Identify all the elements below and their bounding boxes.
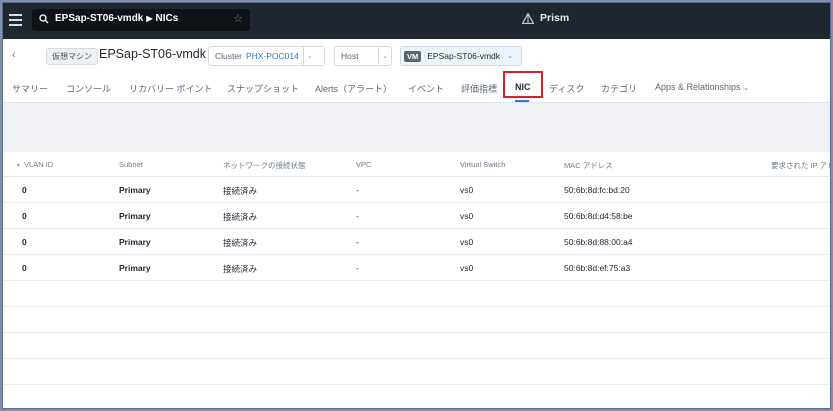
- cluster-selector[interactable]: Cluster PHX-POC014 ⌄: [208, 46, 325, 66]
- subnet-cell: Primary: [119, 211, 151, 221]
- chevron-down-icon: ⌄: [507, 53, 513, 60]
- connection-status-cell: 接続済み: [223, 186, 258, 196]
- connection-status-cell: 接続済み: [223, 238, 258, 248]
- subnet-cell: Primary: [119, 237, 151, 247]
- mac-address-cell: 50:6b:8d:fc:bd:20: [564, 185, 630, 195]
- table-toolbar-area: [3, 103, 830, 152]
- menu-icon[interactable]: [9, 14, 22, 26]
- column-header-requested-ip[interactable]: 要求された IP アド: [771, 160, 830, 171]
- entity-type-badge: 仮想マシン: [46, 48, 98, 65]
- search-input[interactable]: EPSap-ST06-vmdk ▶ NICs ☆: [32, 9, 250, 31]
- active-tab-indicator: [515, 100, 529, 102]
- table-row[interactable]: 0 Primary 接続済み - vs0 50:6b:8d:88:00:a4: [3, 229, 830, 255]
- sort-icon: ▾: [17, 163, 21, 169]
- subnet-cell: Primary: [119, 263, 151, 273]
- virtual-switch-cell: vs0: [460, 185, 474, 195]
- virtual-switch-cell: vs0: [460, 263, 474, 273]
- table-header: ▾ VLAN ID Subnet ネットワークの接続状態 VPC Virtual …: [3, 152, 830, 177]
- vlan-id-cell: 0: [22, 237, 27, 247]
- brand: Prism: [522, 12, 569, 24]
- empty-row: [3, 359, 830, 385]
- subnet-cell: Primary: [119, 185, 151, 195]
- breadcrumb-entity: EPSap-ST06-vmdk: [55, 13, 144, 24]
- empty-row: [3, 281, 830, 307]
- cluster-label: Cluster: [215, 51, 242, 61]
- entity-header: ‹ 仮想マシン EPSap-ST06-vmdk Cluster PHX-POC0…: [3, 39, 830, 71]
- tab-apps-relationships-label: Apps & Relationships: [655, 82, 741, 92]
- column-header-connection-status[interactable]: ネットワークの接続状態: [223, 160, 306, 171]
- mac-address-cell: 50:6b:8d:88:00:a4: [564, 237, 633, 247]
- column-header-label: VLAN ID: [24, 160, 54, 169]
- tab-disks[interactable]: ディスク: [549, 82, 584, 95]
- vm-name: EPSap-ST06-vmdk: [427, 51, 500, 61]
- tab-apps-relationships[interactable]: Apps & Relationships ⌄: [655, 82, 749, 92]
- column-header-vlan-id[interactable]: ▾ VLAN ID: [17, 160, 53, 169]
- app-window: EPSap-ST06-vmdk ▶ NICs ☆ Prism ‹ 仮想マシン EPS…: [2, 2, 831, 409]
- vpc-cell: -: [356, 237, 359, 247]
- vm-tag: VM: [404, 50, 422, 62]
- table-row[interactable]: 0 Primary 接続済み - vs0 50:6b:8d:ef:75:a3: [3, 255, 830, 281]
- column-header-subnet[interactable]: Subnet: [119, 160, 143, 169]
- connection-status-cell: 接続済み: [223, 212, 258, 222]
- chevron-down-icon: ⌄: [378, 47, 391, 65]
- host-selector[interactable]: Host ⌄: [334, 46, 392, 66]
- top-bar: EPSap-ST06-vmdk ▶ NICs ☆ Prism: [3, 3, 830, 39]
- empty-row: [3, 333, 830, 359]
- tab-categories[interactable]: カテゴリ: [601, 82, 637, 95]
- chevron-down-icon: ⌄: [302, 47, 316, 65]
- tab-events[interactable]: イベント: [408, 82, 444, 95]
- vpc-cell: -: [356, 211, 359, 221]
- tab-bar: サマリー コンソール リカバリー ポイント スナップショット Alerts（アラ…: [3, 71, 830, 103]
- column-header-mac-address[interactable]: MAC アドレス: [564, 160, 613, 171]
- mac-address-cell: 50:6b:8d:ef:75:a3: [564, 263, 631, 273]
- cluster-value: PHX-POC014: [245, 51, 299, 61]
- caret-right-icon: ▶: [146, 14, 153, 23]
- tab-metrics[interactable]: 評価指標: [461, 82, 497, 95]
- column-header-vpc[interactable]: VPC: [356, 160, 371, 169]
- tab-console[interactable]: コンソール: [66, 82, 111, 95]
- mac-address-cell: 50:6b:8d:d4:58:be: [564, 211, 633, 221]
- virtual-switch-cell: vs0: [460, 237, 474, 247]
- tab-nic[interactable]: NIC: [515, 82, 531, 92]
- entity-name: EPSap-ST06-vmdk: [99, 47, 206, 61]
- host-label: Host: [341, 51, 359, 61]
- tab-recovery-points[interactable]: リカバリー ポイント: [129, 82, 213, 95]
- virtual-switch-cell: vs0: [460, 211, 474, 221]
- prism-logo-icon: [522, 12, 534, 24]
- search-icon: [39, 14, 49, 24]
- vpc-cell: -: [356, 263, 359, 273]
- table-row[interactable]: 0 Primary 接続済み - vs0 50:6b:8d:d4:58:be: [3, 203, 830, 229]
- empty-row: [3, 307, 830, 333]
- tab-alerts[interactable]: Alerts（アラート）: [315, 82, 392, 95]
- vlan-id-cell: 0: [22, 185, 27, 195]
- chevron-down-icon: ⌄: [743, 85, 749, 92]
- vlan-id-cell: 0: [22, 211, 27, 221]
- search-breadcrumb: EPSap-ST06-vmdk ▶ NICs: [55, 13, 178, 24]
- connection-status-cell: 接続済み: [223, 264, 258, 274]
- vpc-cell: -: [356, 185, 359, 195]
- vlan-id-cell: 0: [22, 263, 27, 273]
- tab-snapshots[interactable]: スナップショット: [227, 82, 299, 95]
- vm-selector[interactable]: VM EPSap-ST06-vmdk ⌄: [400, 46, 522, 66]
- star-icon[interactable]: ☆: [233, 12, 243, 25]
- tab-summary[interactable]: サマリー: [12, 82, 48, 95]
- table-row[interactable]: 0 Primary 接続済み - vs0 50:6b:8d:fc:bd:20: [3, 177, 830, 203]
- back-icon[interactable]: ‹: [12, 49, 16, 61]
- app-name: Prism: [540, 12, 570, 24]
- column-header-virtual-switch[interactable]: Virtual Switch: [460, 160, 505, 169]
- breadcrumb-page: NICs: [155, 13, 179, 24]
